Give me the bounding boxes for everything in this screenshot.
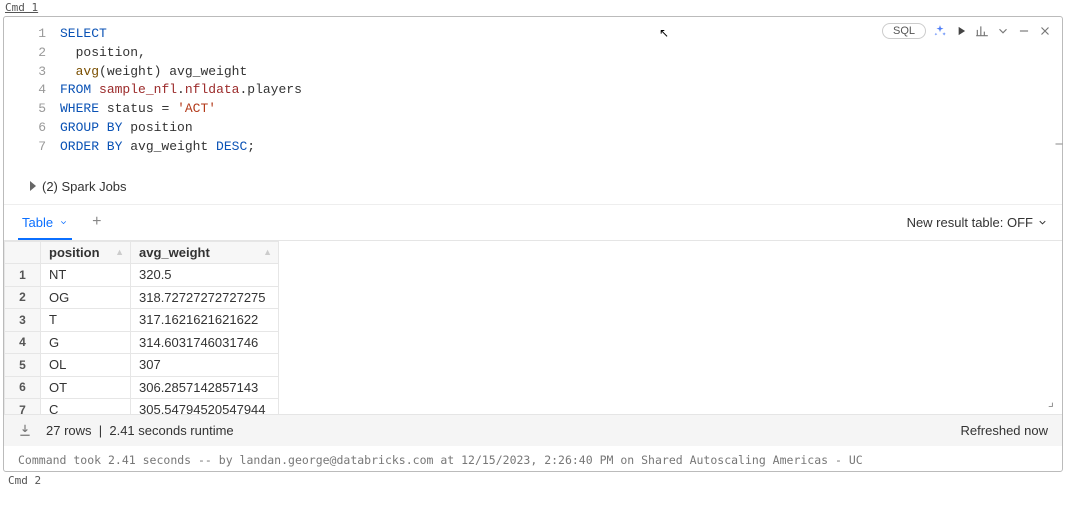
cell-avg-weight: 314.6031746031746 — [131, 331, 279, 354]
chevron-down-icon — [59, 218, 68, 227]
command-meta: Command took 2.41 seconds -- by landan.g… — [4, 446, 1062, 471]
notebook-cell: ↖ SQL 1234567 SELECT posit — [3, 16, 1063, 472]
cell-avg-weight: 320.5 — [131, 264, 279, 287]
tab-table[interactable]: Table — [18, 205, 72, 240]
cell-avg-weight: 305.54794520547944 — [131, 399, 279, 415]
chevron-down-icon[interactable] — [996, 24, 1010, 38]
row-number: 1 — [5, 264, 41, 287]
row-number: 4 — [5, 331, 41, 354]
spark-jobs-label: (2) Spark Jobs — [42, 179, 127, 194]
chart-icon[interactable] — [975, 24, 989, 38]
cell-avg-weight: 317.1621621621622 — [131, 309, 279, 332]
table-row[interactable]: 2OG318.72727272727275 — [5, 286, 279, 309]
table-row[interactable]: 7C305.54794520547944 — [5, 399, 279, 415]
refreshed-label: Refreshed now — [961, 423, 1048, 438]
results-tabs-bar: Table + New result table: OFF — [4, 204, 1062, 240]
cell-position: OG — [41, 286, 131, 309]
row-number: 3 — [5, 309, 41, 332]
next-cell-title: Cmd 2 — [3, 472, 1063, 487]
row-number: 5 — [5, 354, 41, 377]
row-count-label: 27 rows | 2.41 seconds runtime — [46, 423, 234, 438]
cell-position: T — [41, 309, 131, 332]
table-row[interactable]: 6OT306.2857142857143 — [5, 376, 279, 399]
assistant-icon[interactable] — [933, 24, 947, 38]
table-row[interactable]: 1NT320.5 — [5, 264, 279, 287]
results-table: position▲ avg_weight▲ 1NT320.52OG318.727… — [4, 241, 279, 415]
cell-avg-weight: 307 — [131, 354, 279, 377]
cell-avg-weight: 318.72727272727275 — [131, 286, 279, 309]
run-button[interactable] — [954, 24, 968, 38]
result-table-toggle[interactable]: New result table: OFF — [907, 215, 1048, 230]
language-selector[interactable]: SQL — [882, 23, 926, 39]
cell-position: C — [41, 399, 131, 415]
table-row[interactable]: 5OL307 — [5, 354, 279, 377]
cell-toolbar: SQL — [882, 23, 1052, 39]
spark-jobs-toggle[interactable]: (2) Spark Jobs — [4, 171, 1062, 204]
cell-position: NT — [41, 264, 131, 287]
collapse-handle-icon[interactable] — [1053, 137, 1065, 151]
cell-position: OT — [41, 376, 131, 399]
cell-position: G — [41, 331, 131, 354]
row-number: 7 — [5, 399, 41, 415]
download-icon[interactable] — [18, 423, 32, 437]
cell-position: OL — [41, 354, 131, 377]
add-tab-button[interactable]: + — [84, 207, 109, 237]
sort-icon: ▲ — [263, 247, 272, 257]
column-header-avg-weight[interactable]: avg_weight▲ — [131, 241, 279, 264]
row-number: 2 — [5, 286, 41, 309]
results-table-container: position▲ avg_weight▲ 1NT320.52OG318.727… — [4, 240, 1062, 415]
table-row[interactable]: 4G314.6031746031746 — [5, 331, 279, 354]
column-header-position[interactable]: position▲ — [41, 241, 131, 264]
code-content[interactable]: SELECT position, avg(weight) avg_weightF… — [60, 25, 1062, 157]
cell-avg-weight: 306.2857142857143 — [131, 376, 279, 399]
caret-right-icon — [30, 181, 36, 191]
tab-label: Table — [22, 215, 53, 230]
chevron-down-icon — [1037, 217, 1048, 228]
code-editor[interactable]: 1234567 SELECT position, avg(weight) avg… — [4, 17, 1062, 171]
table-row[interactable]: 3T317.1621621621622 — [5, 309, 279, 332]
sort-icon: ▲ — [115, 247, 124, 257]
line-gutter: 1234567 — [4, 25, 60, 157]
close-icon[interactable] — [1038, 24, 1052, 38]
result-toggle-label: New result table: OFF — [907, 215, 1033, 230]
minimize-icon[interactable] — [1017, 24, 1031, 38]
row-number: 6 — [5, 376, 41, 399]
results-footer: 27 rows | 2.41 seconds runtime Refreshed… — [4, 415, 1062, 446]
cell-title: Cmd 1 — [3, 0, 1063, 16]
row-number-header[interactable] — [5, 241, 41, 264]
expand-icon[interactable]: ⌟ — [1048, 394, 1054, 410]
